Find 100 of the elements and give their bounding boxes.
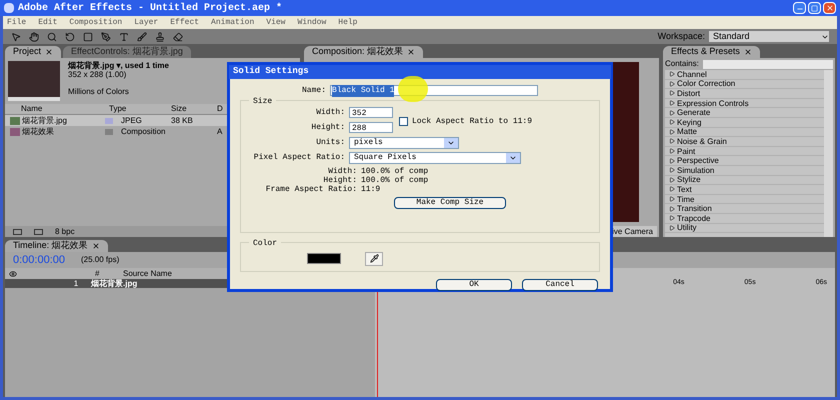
workspace-select[interactable]: Standard: [709, 31, 829, 42]
column-header[interactable]: #: [95, 268, 119, 280]
close-button[interactable]: [823, 2, 836, 14]
effect-category[interactable]: Simulation: [665, 166, 824, 176]
menu-item[interactable]: File: [7, 16, 26, 28]
tool-icon[interactable]: [119, 32, 129, 42]
width-field[interactable]: 352: [349, 107, 393, 118]
effect-category[interactable]: Keying: [665, 118, 824, 128]
info-value: 100.0% of comp: [361, 166, 428, 176]
info-label: Height:: [322, 176, 357, 184]
close-icon[interactable]: [407, 48, 416, 56]
layer-number: 1: [72, 278, 80, 290]
color-swatch[interactable]: [307, 253, 341, 264]
dialog-title: Solid Settings: [233, 65, 309, 78]
lock-label: Lock Aspect Ratio to 11:9: [412, 116, 532, 128]
close-icon[interactable]: [92, 242, 100, 250]
tool-icon[interactable]: [101, 32, 111, 42]
item-type: Composition: [121, 126, 166, 138]
dialog-button[interactable]: OK: [436, 278, 512, 290]
effect-category[interactable]: Utility: [665, 224, 824, 234]
item-name: 烟花效果: [22, 126, 54, 138]
effect-category[interactable]: Noise & Grain: [665, 137, 824, 147]
eyedropper-icon: [370, 254, 378, 263]
width-label: Width:: [315, 106, 345, 118]
dialog-button[interactable]: Cancel: [522, 278, 598, 290]
tool-icon[interactable]: [65, 32, 75, 42]
panel-tab[interactable]: Effects & Presets: [663, 46, 760, 58]
select-field[interactable]: pixels: [349, 136, 459, 148]
table-cell: A: [217, 126, 222, 136]
menu-item[interactable]: View: [266, 16, 286, 28]
panel-tab[interactable]: Project: [5, 46, 62, 58]
effect-category[interactable]: Channel: [665, 70, 824, 80]
bit-depth[interactable]: 8 bpc: [55, 226, 75, 238]
scrollbar[interactable]: [824, 70, 833, 237]
info-value: 100.0% of comp: [361, 176, 428, 184]
tool-icon[interactable]: [29, 32, 39, 42]
app-icon: [4, 3, 14, 13]
project-row[interactable]: 烟花效果 Composition A: [5, 126, 300, 137]
panel-tab[interactable]: Composition: 烟花效果: [304, 46, 424, 58]
effect-category[interactable]: Perspective: [665, 156, 824, 166]
make-comp-size-button[interactable]: Make Comp Size: [394, 196, 506, 208]
menu-item[interactable]: Effect: [170, 16, 200, 28]
column-header[interactable]: Name: [17, 103, 105, 115]
menu-item[interactable]: Layer: [134, 16, 158, 28]
window-title: Adobe After Effects - Untitled Project.aep *: [18, 2, 282, 16]
effect-category[interactable]: Expression Controls: [665, 98, 824, 108]
panel-tab[interactable]: Timeline: 烟花效果: [5, 240, 108, 252]
column-header[interactable]: Type: [105, 103, 167, 115]
effect-category[interactable]: Paint: [665, 146, 824, 156]
lock-checkbox[interactable]: [399, 117, 408, 126]
close-icon[interactable]: [45, 48, 54, 56]
effect-category[interactable]: Matte: [665, 128, 824, 138]
height-label: Height:: [310, 122, 345, 134]
pixel-aspect-label: Pixel Aspect Ratio:: [252, 152, 345, 164]
item-name: 烟花背景.jpg: [22, 114, 67, 126]
column-header[interactable]: Source Name: [123, 268, 172, 280]
layer-name: 烟花背景.jpg: [91, 278, 138, 290]
effect-category[interactable]: Text: [665, 185, 824, 195]
eye-icon: [9, 270, 17, 278]
effect-category[interactable]: Distort: [665, 89, 824, 99]
tool-icon[interactable]: [11, 32, 21, 42]
effect-category[interactable]: Trapcode: [665, 214, 824, 224]
info-label: Width:: [327, 166, 357, 176]
menu-item[interactable]: Animation: [211, 16, 254, 28]
footage-name: 烟花背景.jpg ▾, used 1 time: [68, 61, 169, 70]
effect-category[interactable]: Time: [665, 194, 824, 204]
maximize-button[interactable]: [808, 2, 821, 14]
item-size: 38 KB: [171, 116, 193, 124]
effect-category[interactable]: Color Correction: [665, 80, 824, 90]
menu-item[interactable]: Composition: [69, 16, 122, 28]
close-icon: [826, 4, 834, 12]
select-field[interactable]: Square Pixels: [349, 152, 521, 164]
tool-icon[interactable]: [155, 32, 165, 42]
info-label: Frame Aspect Ratio:: [264, 184, 357, 194]
effect-category[interactable]: Transition: [665, 204, 824, 214]
footage-dimensions: 352 x 288 (1.00): [68, 70, 128, 79]
item-type: JPEG: [121, 114, 142, 126]
menu-item[interactable]: Edit: [38, 16, 58, 28]
photo-placeholder: [8, 61, 60, 101]
footage-colors: Millions of Colors: [68, 87, 130, 96]
minimize-button[interactable]: [793, 2, 806, 14]
eyedropper-button[interactable]: [365, 252, 383, 266]
column-header[interactable]: Size: [167, 103, 213, 115]
menu-item[interactable]: Help: [338, 16, 358, 28]
close-icon[interactable]: [744, 48, 752, 56]
workspace-label: Workspace:: [658, 30, 705, 43]
tool-icon[interactable]: [47, 32, 57, 42]
tool-icon[interactable]: [173, 32, 183, 42]
name-label: Name:: [302, 84, 326, 96]
effect-category[interactable]: Generate: [665, 108, 824, 118]
effect-category[interactable]: Stylize: [665, 176, 824, 186]
panel-tab[interactable]: EffectControls: 烟花背景.jpg: [63, 46, 191, 58]
height-field[interactable]: 288: [349, 122, 393, 133]
menu-item[interactable]: Window: [297, 16, 326, 28]
info-value: 11:9: [361, 184, 380, 194]
search-field[interactable]: [702, 60, 833, 68]
units-label: Units:: [315, 136, 345, 148]
search-label: Contains:: [665, 58, 699, 70]
tool-icon[interactable]: [83, 32, 93, 42]
tool-icon[interactable]: [137, 32, 147, 42]
